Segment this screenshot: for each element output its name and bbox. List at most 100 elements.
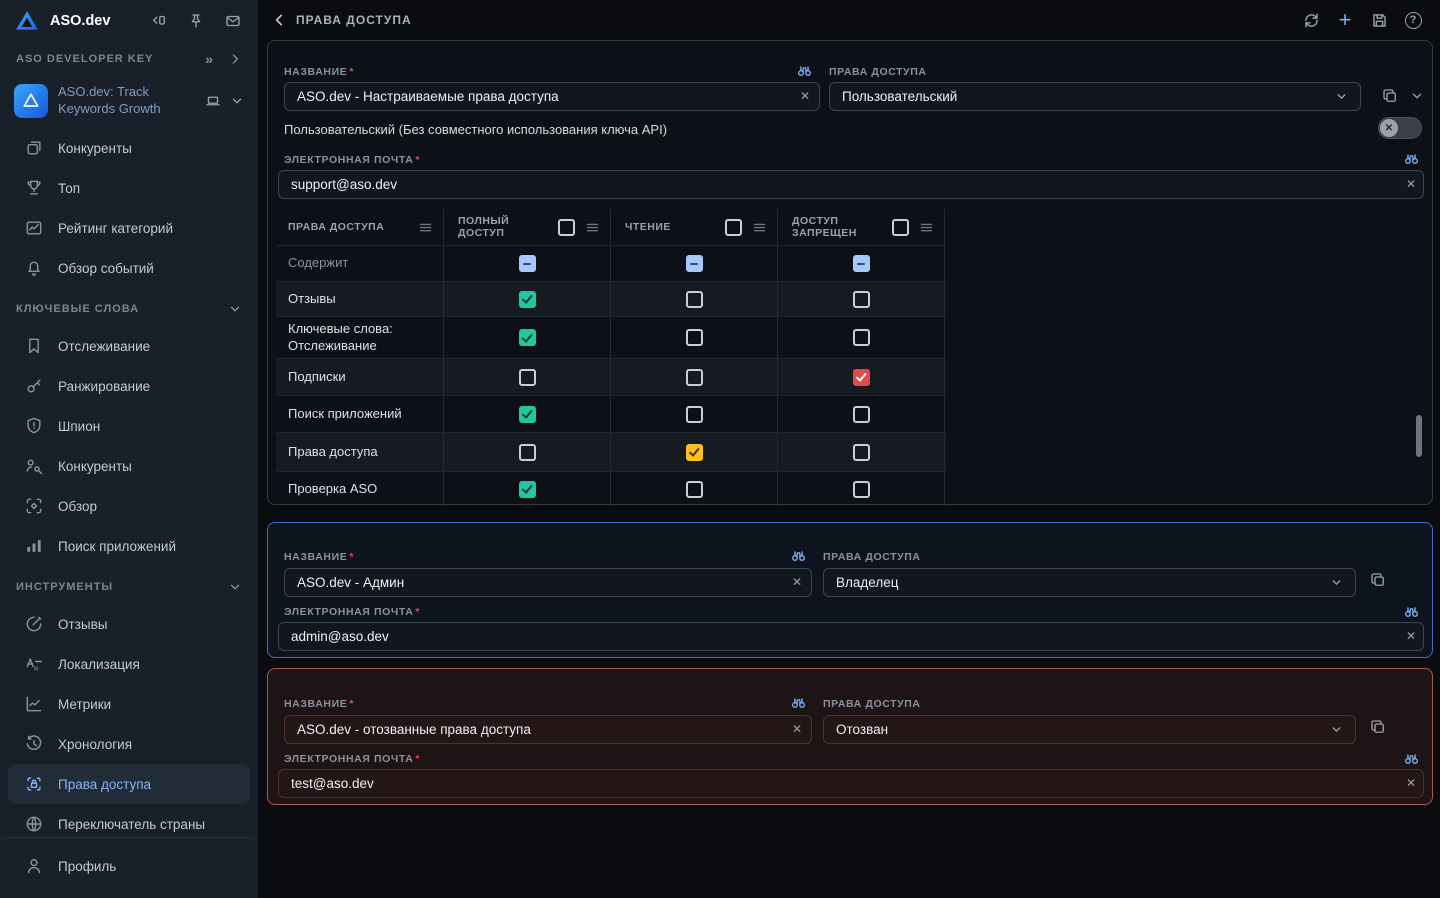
sidebar-item-label: Права доступа (58, 777, 151, 792)
refresh-icon[interactable] (1300, 9, 1322, 31)
clear-icon[interactable]: ✕ (1406, 177, 1416, 191)
clear-icon[interactable]: ✕ (1406, 776, 1416, 790)
checkbox[interactable] (686, 255, 703, 272)
checkbox[interactable] (686, 291, 703, 308)
copy-icon[interactable] (1369, 718, 1387, 736)
sidebar-item-access-rights[interactable]: Права доступа (8, 764, 250, 804)
menu-icon[interactable] (418, 220, 433, 235)
rights-select[interactable]: Пользовательский (829, 82, 1361, 111)
sidebar-app-item[interactable]: ASO.dev: Track Keywords Growth (0, 76, 258, 128)
sidebar-item-competitors-app[interactable]: Конкуренты (0, 128, 258, 168)
double-chevron-icon[interactable]: » (205, 52, 214, 66)
name-input[interactable] (284, 715, 812, 744)
sidebar-item-top[interactable]: Топ (0, 168, 258, 208)
menu-icon[interactable] (919, 220, 934, 235)
sidebar-item-localization[interactable]: я Локализация (0, 644, 258, 684)
checkbox[interactable] (853, 291, 870, 308)
checkbox[interactable] (853, 481, 870, 498)
checkbox[interactable] (686, 329, 703, 346)
email-input[interactable] (278, 769, 1424, 798)
binoculars-icon[interactable] (1403, 150, 1420, 167)
sidebar-item-tracking[interactable]: Отслеживание (0, 326, 258, 366)
row-label: Проверка ASO (288, 481, 385, 497)
select-all-full-checkbox[interactable] (558, 219, 575, 236)
sidebar-item-profile[interactable]: Профиль (0, 848, 258, 884)
permissions-table: ПРАВА ДОСТУПА ПОЛНЫЙ ДОСТУП ЧТЕНИЕ ДОСТУ… (276, 209, 946, 506)
sidebar-footer: Профиль (0, 837, 258, 898)
checkbox[interactable] (853, 444, 870, 461)
sidebar-item-metrics[interactable]: Метрики (0, 684, 258, 724)
chevron-down-icon[interactable] (230, 94, 244, 108)
binoculars-icon[interactable] (790, 547, 807, 564)
plus-icon[interactable]: + (1334, 9, 1356, 31)
app-switch-icon[interactable] (148, 10, 170, 32)
select-all-read-checkbox[interactable] (725, 219, 742, 236)
clear-icon[interactable]: ✕ (792, 575, 802, 589)
sidebar-item-label: Профиль (58, 859, 116, 874)
sidebar-item-label: Рейтинг категорий (58, 221, 173, 236)
sidebar-item-chronology[interactable]: Хронология (0, 724, 258, 764)
keywords-section-header[interactable]: КЛЮЧЕВЫЕ СЛОВА (0, 292, 258, 326)
scrollbar-thumb[interactable] (1416, 415, 1422, 457)
checkbox[interactable] (686, 444, 703, 461)
binoculars-icon[interactable] (796, 62, 813, 79)
rights-select[interactable]: Отозван (823, 715, 1356, 744)
name-input[interactable] (284, 568, 812, 597)
checkbox[interactable] (519, 406, 536, 423)
pin-icon[interactable] (185, 10, 207, 32)
copy-icon[interactable] (1369, 571, 1387, 589)
email-input[interactable] (278, 170, 1424, 199)
rights-select[interactable]: Владелец (823, 568, 1356, 597)
copy-icon[interactable] (1381, 87, 1399, 105)
clear-icon[interactable]: ✕ (800, 89, 810, 103)
email-label: ЭЛЕКТРОННАЯ ПОЧТА* (284, 606, 420, 618)
share-api-key-toggle[interactable]: ✕ (1378, 117, 1422, 139)
select-all-deny-checkbox[interactable] (892, 219, 909, 236)
checkbox[interactable] (519, 481, 536, 498)
save-icon[interactable] (1368, 9, 1390, 31)
checkbox[interactable] (519, 329, 536, 346)
sidebar-item-overview[interactable]: Обзор (0, 486, 258, 526)
clear-icon[interactable]: ✕ (792, 722, 802, 736)
checkbox[interactable] (519, 369, 536, 386)
binoculars-icon[interactable] (1403, 750, 1420, 767)
translate-icon: я (24, 654, 44, 674)
laptop-icon[interactable] (204, 92, 222, 110)
email-input[interactable] (278, 622, 1424, 651)
sidebar-item-app-search[interactable]: Поиск приложений (0, 526, 258, 566)
chevron-down-icon (228, 580, 242, 594)
help-icon[interactable]: ? (1402, 9, 1424, 31)
sidebar-item-spy[interactable]: Шпион (0, 406, 258, 446)
sidebar-item-reviews[interactable]: Отзывы (0, 604, 258, 644)
checkbox[interactable] (853, 369, 870, 386)
mail-icon[interactable] (222, 10, 244, 32)
chevron-down-icon[interactable] (1410, 89, 1424, 103)
checkbox[interactable] (519, 255, 536, 272)
menu-icon[interactable] (752, 220, 767, 235)
collection-icon (24, 138, 44, 158)
checkbox[interactable] (686, 481, 703, 498)
sidebar-item-competitors-keywords[interactable]: Конкуренты (0, 446, 258, 486)
clear-icon[interactable]: ✕ (1406, 629, 1416, 643)
name-input[interactable] (284, 82, 820, 111)
binoculars-icon[interactable] (790, 694, 807, 711)
checkbox[interactable] (853, 255, 870, 272)
sidebar-item-events-overview[interactable]: Обзор событий (0, 248, 258, 288)
checkbox[interactable] (853, 406, 870, 423)
checkbox[interactable] (686, 369, 703, 386)
row-label: Отзывы (288, 291, 344, 307)
checkbox[interactable] (686, 406, 703, 423)
menu-icon[interactable] (585, 220, 600, 235)
tools-section-header[interactable]: ИНСТРУМЕНТЫ (0, 570, 258, 604)
access-rights-editor-card: НАЗВАНИЕ* ПРАВА ДОСТУПА ✕ Пользовательск… (267, 40, 1433, 505)
sidebar-item-category-rating[interactable]: Рейтинг категорий (0, 208, 258, 248)
sidebar-item-ranking[interactable]: Ранжирование (0, 366, 258, 406)
checkbox[interactable] (519, 291, 536, 308)
binoculars-icon[interactable] (1403, 603, 1420, 620)
checkbox[interactable] (519, 444, 536, 461)
back-icon[interactable] (272, 12, 288, 28)
developer-key-section-header[interactable]: ASO DEVELOPER KEY » (0, 42, 258, 76)
chevron-right-icon[interactable] (228, 52, 242, 66)
checkbox[interactable] (853, 329, 870, 346)
chevron-down-icon (1330, 576, 1343, 589)
